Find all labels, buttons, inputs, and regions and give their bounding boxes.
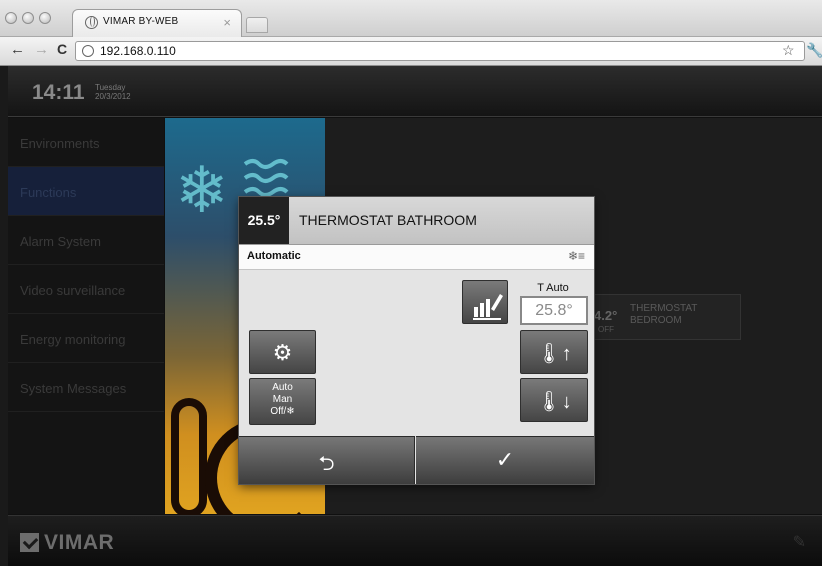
settings-button[interactable]: ⚙ <box>249 330 316 374</box>
thermometer-icon <box>171 398 207 518</box>
air-waves-icon <box>243 159 289 197</box>
operating-mode-label: Auto Man Off/❄ <box>270 382 295 417</box>
dialog-header: 25.5° THERMOSTAT BATHROOM <box>239 197 594 245</box>
address-bar[interactable]: 192.168.0.110 <box>75 41 805 61</box>
app-header: 14:11 Tuesday 20/3/2012 <box>8 66 822 117</box>
tile-status: OFF <box>598 325 614 334</box>
forward-button[interactable]: → <box>34 41 49 58</box>
return-arrow-icon: ⮌ <box>318 453 335 475</box>
bar-chart-icon <box>473 294 503 320</box>
thermostat-dialog: 25.5° THERMOSTAT BATHROOM Automatic ❄≡ T… <box>239 197 594 484</box>
app-footer: VIMAR ✎ <box>8 515 822 566</box>
vimar-logo-icon <box>20 533 39 552</box>
bookmark-star-icon[interactable]: ☆ <box>782 42 795 59</box>
mode-label: Automatic <box>247 250 301 262</box>
tile-temperature: 4.2° <box>594 308 618 323</box>
clock-time: 14:11 <box>32 81 85 104</box>
browser-toolbar: ← → C 192.168.0.110 <box>0 37 822 66</box>
url-text: 192.168.0.110 <box>100 44 176 58</box>
sidebar-item-energy-monitoring[interactable]: Energy monitoring <box>8 314 164 363</box>
confirm-button[interactable]: ✓ <box>416 436 594 484</box>
temperature-down-button[interactable]: 🌡↓ <box>520 378 588 422</box>
new-tab-button[interactable] <box>246 17 268 33</box>
thermometer-down-icon: 🌡↓ <box>536 391 572 413</box>
temperature-up-button[interactable]: 🌡↑ <box>520 330 588 374</box>
mode-bar: Automatic ❄≡ <box>239 245 594 270</box>
reload-button[interactable]: C <box>57 41 67 57</box>
zoom-window-button[interactable] <box>39 12 51 24</box>
thermometer-up-icon: 🌡↑ <box>536 343 572 365</box>
gears-icon: ⚙ <box>272 340 293 365</box>
dialog-footer: ⮌ ✓ <box>239 436 594 484</box>
minimize-window-button[interactable] <box>22 12 34 24</box>
edit-icon[interactable]: ✎ <box>793 532 806 552</box>
dialog-title: THERMOSTAT BATHROOM <box>299 212 477 228</box>
sidebar-item-alarm-system[interactable]: Alarm System <box>8 216 164 265</box>
thermostat-bedroom-tile[interactable]: 4.2° OFF THERMOSTAT BEDROOM <box>593 294 741 340</box>
graph-button[interactable] <box>462 280 508 324</box>
tab-title: VIMAR BY-WEB <box>103 16 179 27</box>
checkmark-icon: ✓ <box>495 447 515 472</box>
tab-close-button[interactable]: × <box>223 15 231 30</box>
cooling-mode-icon: ❄≡ <box>567 249 585 263</box>
close-window-button[interactable] <box>5 12 17 24</box>
back-button[interactable]: ← <box>10 41 25 58</box>
operating-mode-button[interactable]: Auto Man Off/❄ <box>249 378 316 425</box>
tauto-value-field[interactable]: 25.8° <box>520 296 588 325</box>
sidebar-item-functions[interactable]: Functions <box>8 167 164 216</box>
browser-tab[interactable]: VIMAR BY-WEB × <box>72 9 242 37</box>
globe-icon <box>82 45 94 57</box>
sidebar: Environments Functions Alarm System Vide… <box>8 118 164 514</box>
globe-icon <box>85 16 98 29</box>
tauto-label: T Auto <box>537 282 569 294</box>
brand-logo-text: VIMAR <box>44 531 115 554</box>
sidebar-item-video-surveillance[interactable]: Video surveillance <box>8 265 164 314</box>
snowflake-icon: ❄ <box>175 154 229 226</box>
clock-date: 20/3/2012 <box>95 92 131 101</box>
back-button[interactable]: ⮌ <box>239 436 415 484</box>
wrench-icon[interactable]: 🔧 <box>806 42 822 59</box>
sidebar-item-environments[interactable]: Environments <box>8 118 164 167</box>
browser-titlebar: VIMAR BY-WEB × <box>0 0 822 37</box>
current-temperature: 25.5° <box>239 197 289 244</box>
sidebar-item-system-messages[interactable]: System Messages <box>8 363 164 412</box>
clock-day: Tuesday <box>95 83 126 92</box>
tile-name: THERMOSTAT BEDROOM <box>630 303 698 326</box>
